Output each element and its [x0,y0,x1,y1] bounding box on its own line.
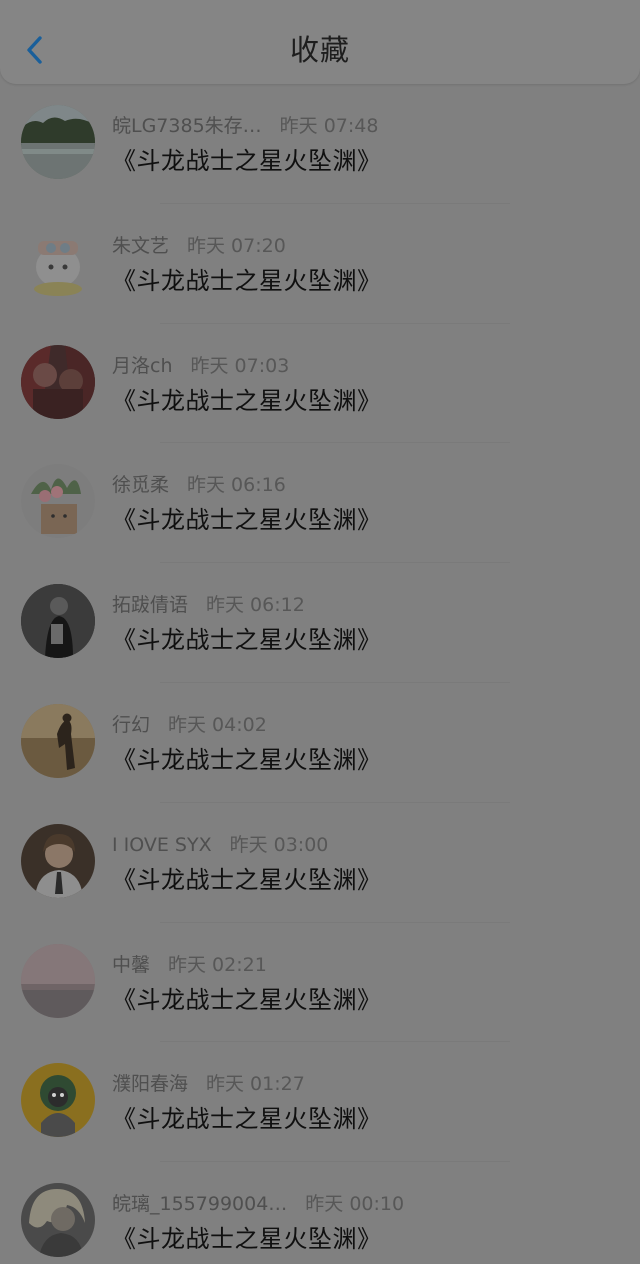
user-name[interactable]: 拓跋倩语 [112,594,188,616]
user-name[interactable]: 皖璃_155799004… [112,1193,287,1215]
user-name[interactable]: 朱文艺 [112,235,169,257]
avatar [21,1183,95,1258]
list-item[interactable]: 拓跋倩语 昨天 06:12 《斗龙战士之星火坠渊》 [0,563,640,683]
item-meta: I IOVE SYX 昨天 03:00 [112,831,328,859]
list-item[interactable]: I IOVE SYX 昨天 03:00 《斗龙战士之星火坠渊》 [0,803,640,923]
avatar [21,105,95,179]
avatar [21,1063,95,1138]
list-item[interactable]: 皖璃_155799004… 昨天 00:10 《斗龙战士之星火坠渊》 [0,1162,640,1264]
item-title[interactable]: 《斗龙战士之星火坠渊》 [112,503,382,537]
item-meta: 中馨 昨天 02:21 [112,951,267,979]
timestamp: 昨天 07:48 [279,115,379,137]
avatar [21,464,95,539]
user-name[interactable]: 皖LG7385朱存… [112,115,262,137]
list-item[interactable]: 皖LG7385朱存… 昨天 07:48 《斗龙战士之星火坠渊》 [0,84,640,204]
item-meta: 朱文艺 昨天 07:20 [112,232,286,260]
list-item[interactable]: 月洛ch 昨天 07:03 《斗龙战士之星火坠渊》 [0,324,640,444]
list-item[interactable]: 中馨 昨天 02:21 《斗龙战士之星火坠渊》 [0,923,640,1043]
item-title[interactable]: 《斗龙战士之星火坠渊》 [112,1222,382,1256]
favorites-list: 皖LG7385朱存… 昨天 07:48 《斗龙战士之星火坠渊》 朱文艺 昨天 0… [0,84,640,1264]
avatar [21,344,95,419]
top-bar: 收藏 [0,0,640,84]
timestamp: 昨天 06:16 [187,474,286,497]
list-item[interactable]: 行幻 昨天 04:02 《斗龙战士之星火坠渊》 [0,683,640,803]
user-name[interactable]: I IOVE SYX [112,834,212,856]
user-name[interactable]: 月洛ch [112,355,173,377]
timestamp: 昨天 07:20 [187,234,286,257]
list-item[interactable]: 濮阳春海 昨天 01:27 《斗龙战士之星火坠渊》 [0,1042,640,1163]
user-name[interactable]: 行幻 [112,714,150,736]
list-item[interactable]: 徐觅柔 昨天 06:16 《斗龙战士之星火坠渊》 [0,443,640,564]
avatar [21,584,95,659]
item-title[interactable]: 《斗龙战士之星火坠渊》 [112,384,382,418]
page-title: 收藏 [289,33,350,67]
user-name[interactable]: 濮阳春海 [112,1073,188,1095]
item-meta: 皖璃_155799004… 昨天 00:10 [112,1190,404,1218]
timestamp: 昨天 06:12 [206,594,305,617]
avatar [21,703,95,778]
item-meta: 皖LG7385朱存… 昨天 07:48 [112,112,378,140]
item-meta: 行幻 昨天 04:02 [112,711,267,739]
item-meta: 徐觅柔 昨天 06:16 [112,471,286,499]
item-meta: 拓跋倩语 昨天 06:12 [112,591,305,619]
item-meta: 月洛ch 昨天 07:03 [112,352,289,380]
list-item[interactable]: 朱文艺 昨天 07:20 《斗龙战士之星火坠渊》 [0,204,640,324]
timestamp: 昨天 01:27 [206,1073,305,1096]
timestamp: 昨天 03:00 [229,833,329,856]
item-title[interactable]: 《斗龙战士之星火坠渊》 [112,623,382,657]
timestamp: 昨天 04:02 [168,713,267,736]
item-title[interactable]: 《斗龙战士之星火坠渊》 [112,144,382,178]
timestamp: 昨天 07:03 [190,354,290,377]
item-title[interactable]: 《斗龙战士之星火坠渊》 [112,863,382,897]
item-title[interactable]: 《斗龙战士之星火坠渊》 [112,1102,382,1136]
item-title[interactable]: 《斗龙战士之星火坠渊》 [112,264,382,298]
item-title[interactable]: 《斗龙战士之星火坠渊》 [112,743,382,777]
timestamp: 昨天 02:21 [168,953,267,976]
avatar [21,823,95,898]
timestamp: 昨天 00:10 [305,1193,405,1216]
favorites-screen: 收藏 皖LG7385朱存… 昨天 07:48 《斗龙战士之星火坠渊》 朱文艺 昨… [0,0,640,1264]
user-name[interactable]: 中馨 [112,954,150,976]
user-name[interactable]: 徐觅柔 [112,474,169,496]
avatar [21,224,95,299]
avatar [21,943,95,1018]
item-meta: 濮阳春海 昨天 01:27 [112,1070,305,1098]
item-title[interactable]: 《斗龙战士之星火坠渊》 [112,983,382,1017]
